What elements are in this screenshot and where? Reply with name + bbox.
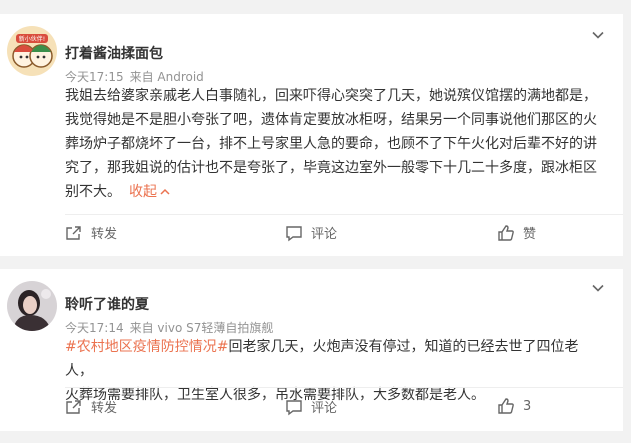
comment-icon — [286, 225, 302, 241]
post-text: 我姐去给婆家亲戚老人白事随礼，回来吓得心突突了几天，她说殡仪馆摆的满地都是， 我… — [65, 84, 605, 204]
post-source: 来自 Android — [129, 70, 204, 84]
chevron-up-icon — [160, 188, 170, 195]
text-line: 究了，那我姐说的估计也不是夸张了，毕竟这边室外一般零下十几二十多度，跟冰柜区 — [65, 160, 597, 176]
repost-button[interactable]: 转发 — [65, 397, 117, 416]
like-icon — [498, 224, 514, 241]
post-meta: 今天17:14 来自 vivo S7轻薄自拍旗舰 — [65, 319, 273, 336]
post-time[interactable]: 今天17:15 — [65, 70, 124, 84]
text-line: 我觉得她是不是胆小夸张了吧，遗体肯定要放冰柜呀，结果另一个同事说他们那区的火 — [65, 112, 597, 128]
repost-icon — [66, 399, 81, 414]
like-button[interactable]: 3 — [497, 397, 531, 415]
divider — [65, 387, 623, 388]
comment-button[interactable]: 评论 — [285, 223, 337, 242]
avatar[interactable] — [7, 281, 57, 331]
text-line: 葬场炉子都烧坏了一台，排不上号家里人急的要命，也顾不了下午火化对后辈不好的讲 — [65, 136, 597, 152]
chevron-down-icon[interactable] — [591, 28, 605, 42]
text-line-end: 别不大。 — [65, 184, 121, 200]
collapse-label: 收起 — [129, 184, 157, 200]
comment-icon — [286, 399, 302, 415]
like-label: 赞 — [523, 227, 537, 242]
post-meta: 今天17:15 来自 Android — [65, 68, 204, 85]
chevron-down-icon[interactable] — [591, 281, 605, 295]
like-button[interactable]: 赞 — [497, 223, 536, 242]
post-card: 聆听了谁的夏 今天17:14 来自 vivo S7轻薄自拍旗舰 #农村地区疫情防控… — [0, 269, 623, 431]
repost-icon — [66, 225, 81, 240]
post-time[interactable]: 今天17:14 — [65, 321, 124, 335]
hashtag-link[interactable]: #农村地区疫情防控情况# — [65, 339, 228, 355]
username[interactable]: 打着酱油揉面包 — [65, 43, 163, 63]
repost-label: 转发 — [91, 401, 118, 416]
post-card: 新小伙伴! 打着酱油揉面包 今天17:15 来自 Android 我姐去给婆家亲戚… — [0, 14, 623, 256]
like-icon — [498, 398, 514, 414]
avatar[interactable]: 新小伙伴! — [7, 26, 57, 76]
divider — [65, 214, 623, 215]
text-line: #农村地区疫情防控情况#回老家几天，火炮声没有停过，知道的已经去世了四位老人， — [65, 335, 605, 383]
username[interactable]: 聆听了谁的夏 — [65, 294, 149, 314]
text-line: 别不大。 收起 — [65, 180, 605, 204]
comment-label: 评论 — [311, 227, 338, 242]
repost-label: 转发 — [91, 227, 118, 242]
comment-button[interactable]: 评论 — [285, 397, 337, 416]
collapse-link[interactable]: 收起 — [129, 184, 170, 200]
repost-button[interactable]: 转发 — [65, 223, 117, 242]
avatar-badge-text: 新小伙伴! — [19, 35, 45, 43]
like-count: 3 — [523, 398, 532, 414]
text-line: 我姐去给婆家亲戚老人白事随礼，回来吓得心突突了几天，她说殡仪馆摆的满地都是， — [65, 88, 597, 104]
comment-label: 评论 — [311, 401, 338, 416]
post-source: 来自 vivo S7轻薄自拍旗舰 — [129, 321, 274, 335]
